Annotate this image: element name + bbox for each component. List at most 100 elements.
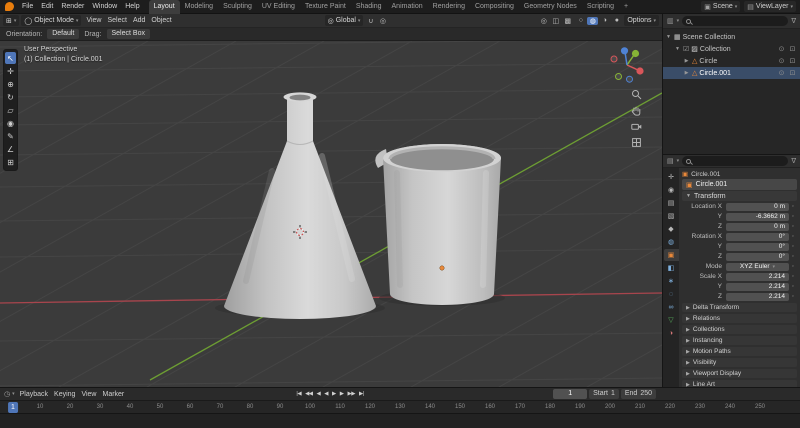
decorator-dot[interactable]: ◦ — [789, 243, 797, 250]
decorator-dot[interactable]: ◦ — [789, 253, 797, 260]
outliner-row-circle[interactable]: ▶△Circle⊙⊡ — [663, 55, 800, 67]
viewlayer-selector[interactable]: ▤ ViewLayer ▾ — [744, 1, 796, 12]
measure-tool[interactable]: ∠ — [5, 143, 16, 155]
outliner-row-collection[interactable]: ▼☑▨Collection⊙⊡ — [663, 43, 800, 55]
toggle-xray-icon[interactable]: ▩ — [562, 17, 573, 25]
rotate-tool[interactable]: ↻ — [5, 91, 16, 103]
outliner-row-scene-collection[interactable]: ▼▦Scene Collection — [663, 31, 800, 43]
decorator-dot[interactable]: ◦ — [789, 263, 797, 270]
cursor-tool[interactable]: ✛ — [5, 65, 16, 77]
mode-dropdown[interactable]: ◯ Object Mode ▾ — [21, 15, 81, 26]
gizmo-y-neg[interactable] — [616, 74, 622, 80]
transform-panel-header[interactable]: ▼ Transform — [682, 191, 797, 201]
orientation-setting-value[interactable]: Default — [47, 29, 79, 39]
transform-value-field[interactable]: 2.214 — [726, 283, 789, 291]
panel-motion-paths[interactable]: ▶Motion Paths — [682, 347, 797, 356]
gizmo-z-neg[interactable] — [627, 76, 633, 82]
panel-visibility[interactable]: ▶Visibility — [682, 358, 797, 367]
playhead[interactable]: 1 — [8, 402, 18, 413]
frame-start-field[interactable]: Start 1 — [589, 389, 619, 399]
shading-solid-icon[interactable]: ◍ — [587, 17, 598, 25]
transform-tool[interactable]: ◉ — [5, 117, 16, 129]
show-overlays-icon[interactable]: ◫ — [550, 17, 561, 25]
timeline-editor-icon[interactable]: ◷ — [4, 390, 10, 398]
move-tool[interactable]: ⊕ — [5, 78, 16, 90]
properties-tab-material[interactable]: ◑ — [664, 327, 679, 339]
properties-tab-output[interactable]: ▤ — [664, 197, 679, 209]
menu-file[interactable]: File — [18, 3, 37, 10]
perspective-toggle-icon[interactable] — [630, 136, 642, 148]
play-button[interactable]: ▶ — [332, 391, 336, 397]
decorator-dot[interactable]: ◦ — [789, 273, 797, 280]
workspace-tab-sculpting[interactable]: Sculpting — [218, 0, 257, 14]
transform-value-field[interactable]: -6.3662 m — [726, 213, 789, 221]
viewport-menu-object[interactable]: Object — [148, 17, 174, 24]
collection-checkbox[interactable]: ☑ — [683, 45, 689, 53]
filter-icon[interactable]: ∇ — [791, 17, 796, 25]
timeline-menu-keying[interactable]: Keying — [51, 391, 78, 398]
gizmo-x-axis[interactable] — [636, 67, 643, 74]
visibility-eye-icon[interactable]: ⊙ — [777, 57, 786, 65]
menu-render[interactable]: Render — [57, 3, 88, 10]
properties-tab-constraints[interactable]: ∞ — [664, 301, 679, 313]
annotate-tool[interactable]: ✎ — [5, 130, 16, 142]
decorator-dot[interactable]: ◦ — [789, 223, 797, 230]
properties-tab-render[interactable]: ◉ — [664, 184, 679, 196]
expander-icon[interactable]: ▼ — [674, 46, 681, 52]
proportional-editing-icon[interactable]: ◎ — [377, 17, 388, 25]
scale-tool[interactable]: ▱ — [5, 104, 16, 116]
viewport-menu-add[interactable]: Add — [130, 17, 148, 24]
outliner-editor-icon[interactable]: ▥ — [667, 17, 674, 25]
shading-material-preview-icon[interactable]: ◑ — [599, 17, 610, 25]
panel-delta-transform[interactable]: ▶Delta Transform — [682, 303, 797, 312]
render-camera-icon[interactable]: ⊡ — [788, 45, 797, 53]
jump-to-start-button[interactable]: |◀ — [296, 391, 301, 397]
workspace-tab-shading[interactable]: Shading — [351, 0, 387, 14]
jump-to-prev-keyframe-button[interactable]: ◀◀ — [305, 391, 312, 397]
properties-search-input[interactable] — [682, 156, 788, 166]
transform-value-field[interactable]: 0° — [726, 243, 789, 251]
visibility-eye-icon[interactable]: ⊙ — [777, 69, 786, 77]
properties-tab-view-layer[interactable]: ▧ — [664, 210, 679, 222]
gizmo-x-neg[interactable] — [611, 56, 617, 62]
properties-editor-icon[interactable]: ▤ — [667, 157, 674, 165]
transform-value-field[interactable]: 0 m — [726, 203, 789, 211]
decorator-dot[interactable]: ◦ — [789, 293, 797, 300]
timeline-ruler[interactable]: 1 10203040506070809010011012013014015016… — [0, 400, 800, 413]
object-name-field[interactable]: ▣ Circle.001 — [682, 179, 797, 190]
jump-to-end-button[interactable]: ▶| — [359, 391, 364, 397]
frame-end-field[interactable]: End 250 — [621, 389, 656, 399]
pan-icon[interactable] — [630, 104, 642, 116]
beaker-object[interactable] — [375, 144, 501, 305]
properties-tab-particles[interactable]: ∗ — [664, 275, 679, 287]
outliner-search-input[interactable] — [682, 16, 788, 26]
transform-value-field[interactable]: 0° — [726, 233, 789, 241]
properties-tab-physics[interactable]: ◌ — [664, 288, 679, 300]
visibility-eye-icon[interactable]: ⊙ — [777, 45, 786, 53]
transform-value-field[interactable]: 0 m — [726, 223, 789, 231]
viewport-menu-select[interactable]: Select — [104, 17, 129, 24]
workspace-tab-layout[interactable]: Layout — [149, 0, 180, 14]
filter-icon[interactable]: ∇ — [791, 157, 796, 165]
select-box-tool[interactable]: ↖ — [5, 52, 16, 64]
decorator-dot[interactable]: ◦ — [789, 283, 797, 290]
transform-value-field[interactable]: 2.214 — [726, 273, 789, 281]
decorator-dot[interactable]: ◦ — [789, 203, 797, 210]
workspace-tab-uv-editing[interactable]: UV Editing — [257, 0, 300, 14]
properties-tab-object[interactable]: ▣ — [664, 249, 679, 261]
timeline-menu-marker[interactable]: Marker — [99, 391, 127, 398]
timeline-menu-playback[interactable]: Playback — [17, 391, 51, 398]
panel-relations[interactable]: ▶Relations — [682, 314, 797, 323]
scene-canvas[interactable] — [0, 41, 662, 387]
zoom-icon[interactable] — [630, 88, 642, 100]
menu-edit[interactable]: Edit — [37, 3, 57, 10]
scene-selector[interactable]: ▣ Scene ▾ — [701, 1, 740, 12]
breadcrumb-object-name[interactable]: Circle.001 — [691, 171, 720, 178]
expander-icon[interactable]: ▶ — [683, 70, 690, 76]
play-reverse-button[interactable]: ◀ — [324, 391, 328, 397]
menu-window[interactable]: Window — [88, 3, 121, 10]
expander-icon[interactable]: ▼ — [665, 34, 672, 40]
shading-wireframe-icon[interactable]: ○ — [575, 17, 586, 25]
expander-icon[interactable]: ▶ — [683, 58, 690, 64]
mode-dropdown-field[interactable]: XYZ Euler▾ — [726, 263, 789, 271]
